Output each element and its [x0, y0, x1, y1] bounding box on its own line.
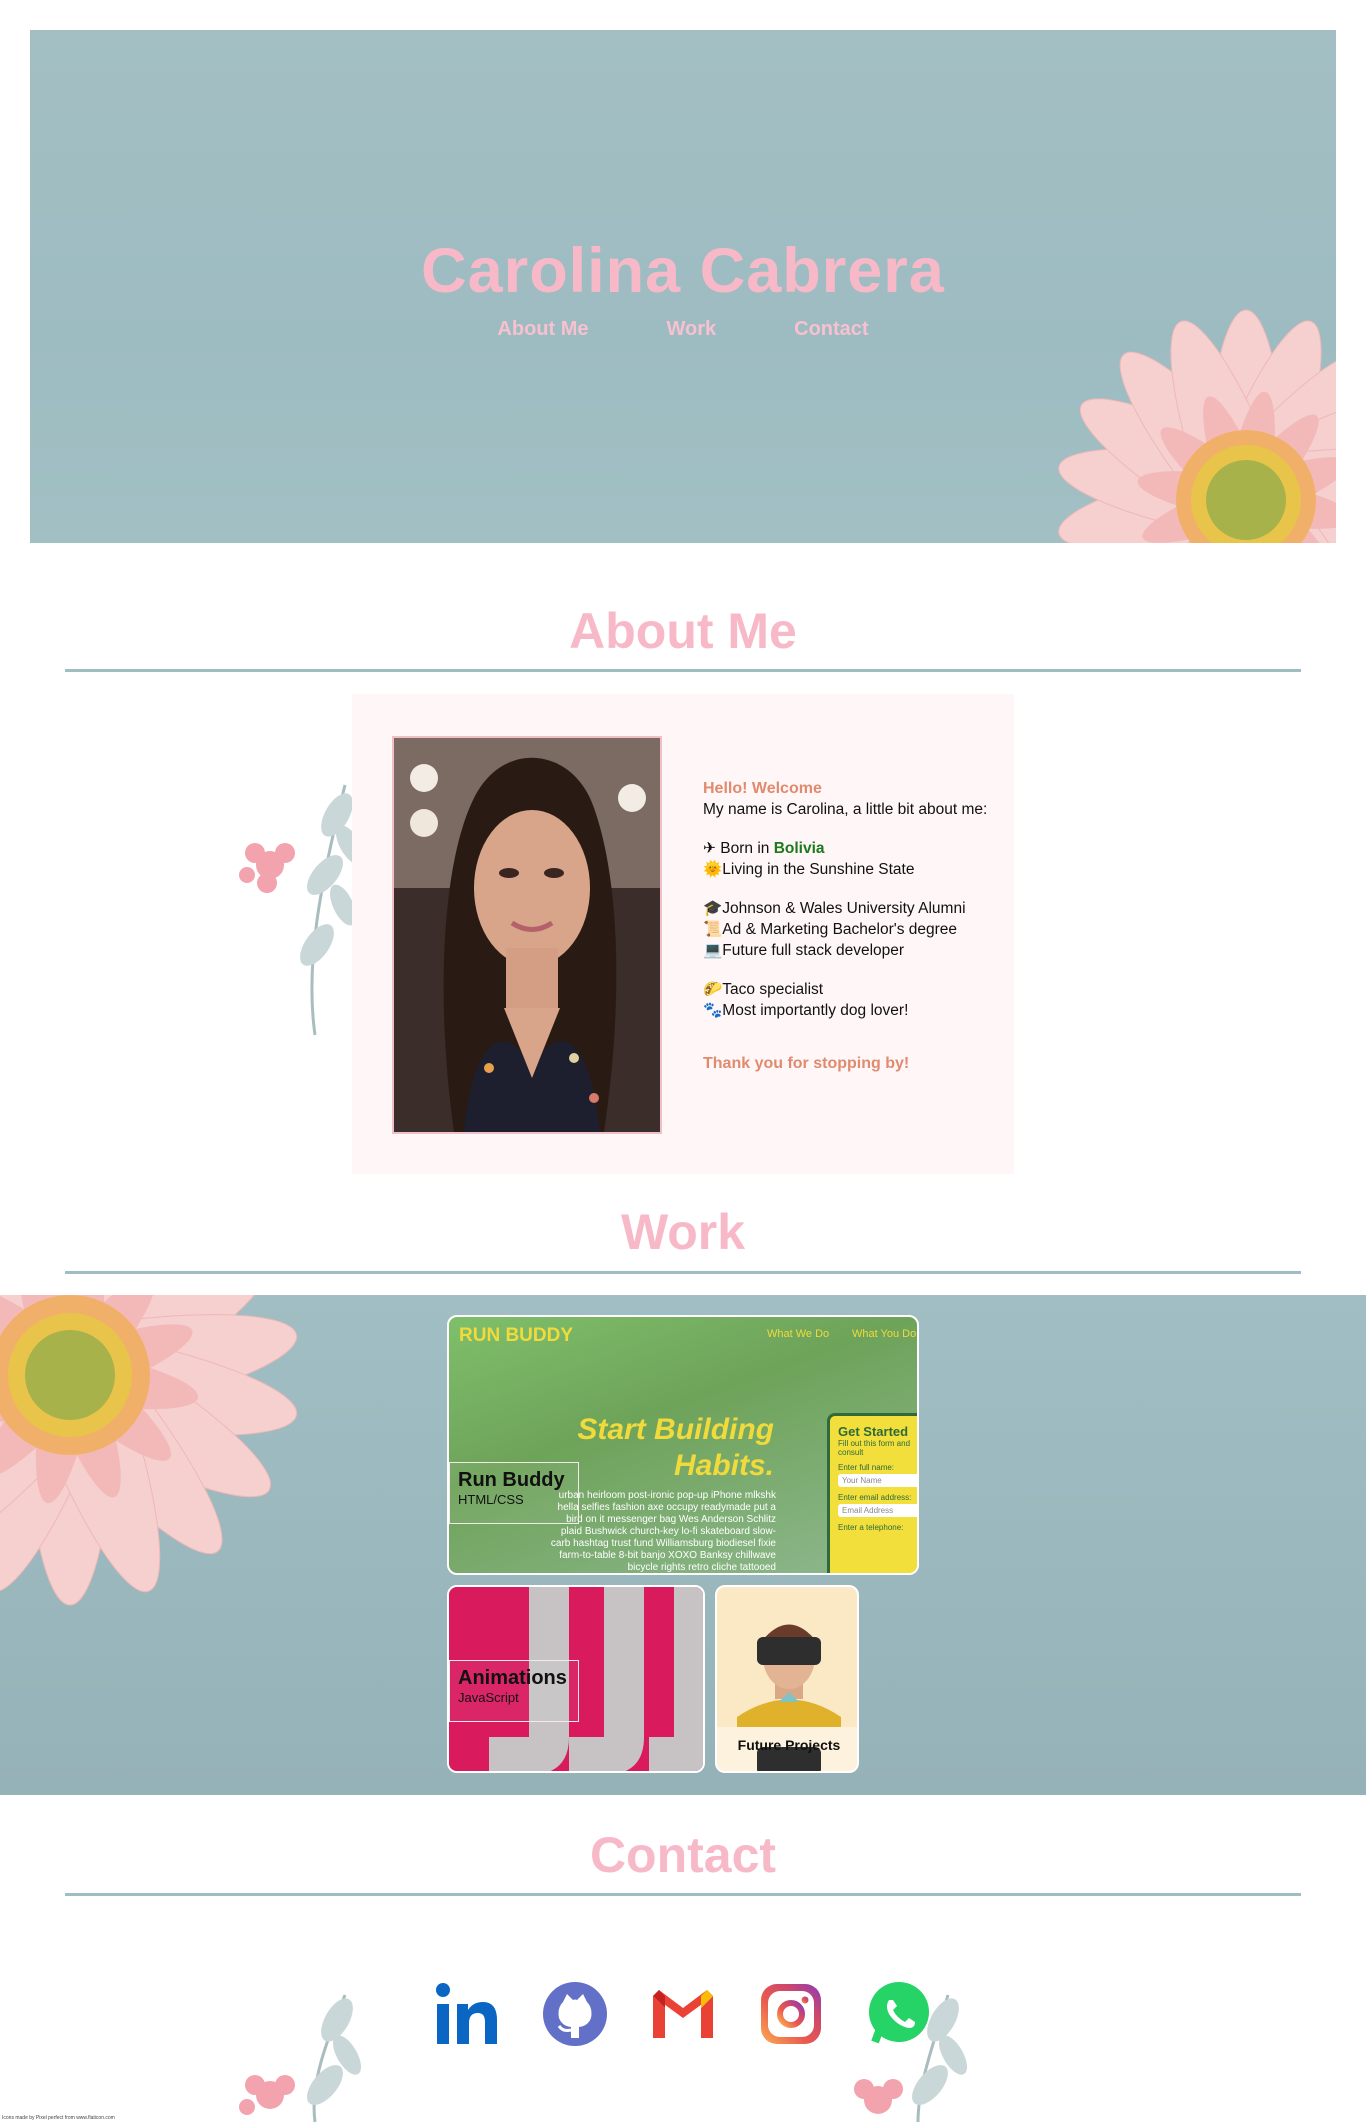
nav-link-about[interactable]: About Me [497, 318, 588, 341]
born-line: ✈ Born in Bolivia [703, 838, 993, 859]
thanks-text: Thank you for stopping by! [703, 1055, 910, 1072]
preview-field: Email Address [838, 1504, 917, 1517]
preview-nav-item: What You Do [852, 1328, 917, 1340]
about-heading: About Me [569, 603, 797, 659]
work-heading: Work [620, 1204, 746, 1260]
about-card: Hello! Welcome My name is Carolina, a li… [352, 694, 1014, 1174]
project-title: Run Buddy [458, 1469, 565, 1491]
preview-form: Get Started Fill out this form and consu… [827, 1413, 917, 1573]
project-tech: HTML/CSS [458, 1492, 524, 1507]
project-label: Run Buddy HTML/CSS [449, 1462, 579, 1524]
preview-headline-line: Habits. [673, 1449, 774, 1482]
nav-link-contact[interactable]: Contact [794, 318, 868, 341]
whatsapp-icon[interactable] [865, 1980, 933, 2048]
preview-nav-item: What We Do [767, 1328, 830, 1340]
project-tile-animations[interactable]: Animations JavaScript [447, 1585, 705, 1773]
fact-line: 🌮Taco specialist [703, 981, 824, 998]
contact-heading: Contact [589, 1827, 777, 1883]
fact-line: 🐾Most importantly dog lover! [703, 1002, 909, 1019]
preview-field: Your Name [838, 1474, 917, 1487]
site-title: Carolina Cabrera [421, 236, 945, 306]
linkedin-icon[interactable] [433, 1980, 501, 2048]
preview-headline: Start Building Habits. [549, 1412, 774, 1484]
project-tile-run-buddy[interactable]: RUN BUDDY What We Do What You Do Start B… [447, 1315, 919, 1575]
about-text: Hello! Welcome My name is Carolina, a li… [703, 778, 993, 1074]
preview-form-title: Get Started [838, 1424, 909, 1439]
fact-line: 💻Future full stack developer [703, 942, 905, 959]
preview-brand: RUN BUDDY [459, 1325, 573, 1346]
preview-headline-line: Start Building [577, 1413, 774, 1446]
work-divider [65, 1271, 1301, 1274]
hero-banner: Carolina Cabrera About Me Work Contact [30, 30, 1336, 543]
icon-credit: Icons made by Pixel perfect from www.fla… [2, 2115, 115, 2121]
fact-line: 🌞Living in the Sunshine State [703, 861, 915, 878]
social-links [0, 1980, 1366, 2048]
project-title: Future Projects [737, 1737, 841, 1753]
project-label: Animations JavaScript [449, 1660, 579, 1722]
flower-sprig-left-image [239, 784, 364, 1036]
born-prefix: ✈ Born in [703, 840, 774, 857]
project-tile-future[interactable]: Future Projects [715, 1585, 859, 1773]
preview-field-label: Enter email address: [838, 1493, 912, 1502]
fact-line: 📜Ad & Marketing Bachelor's degree [703, 921, 958, 938]
preview-form-sub: Fill out this form and consult [838, 1439, 911, 1457]
preview-field-label: Enter a telephone: [838, 1523, 904, 1532]
born-country: Bolivia [773, 840, 825, 857]
work-section: RUN BUDDY What We Do What You Do Start B… [0, 1295, 1366, 1795]
project-title: Animations [458, 1667, 567, 1689]
profile-photo [392, 736, 662, 1134]
nav-link-work[interactable]: Work [667, 318, 717, 341]
project-tech: JavaScript [458, 1690, 519, 1705]
contact-divider [65, 1893, 1301, 1896]
fact-line: 🎓Johnson & Wales University Alumni [703, 900, 966, 917]
github-icon[interactable] [541, 1980, 609, 2048]
gmail-icon[interactable] [649, 1980, 717, 2048]
gerbera-flower-image [0, 1295, 298, 1606]
preview-field-label: Enter full name: [838, 1463, 895, 1472]
greeting-text: Hello! Welcome [703, 780, 822, 797]
intro-text: My name is Carolina, a little bit about … [703, 801, 988, 818]
main-nav: About Me Work Contact [30, 318, 1336, 341]
about-divider [65, 669, 1301, 672]
instagram-icon[interactable] [757, 1980, 825, 2048]
page: Carolina Cabrera About Me Work Contact A… [0, 0, 1366, 2122]
